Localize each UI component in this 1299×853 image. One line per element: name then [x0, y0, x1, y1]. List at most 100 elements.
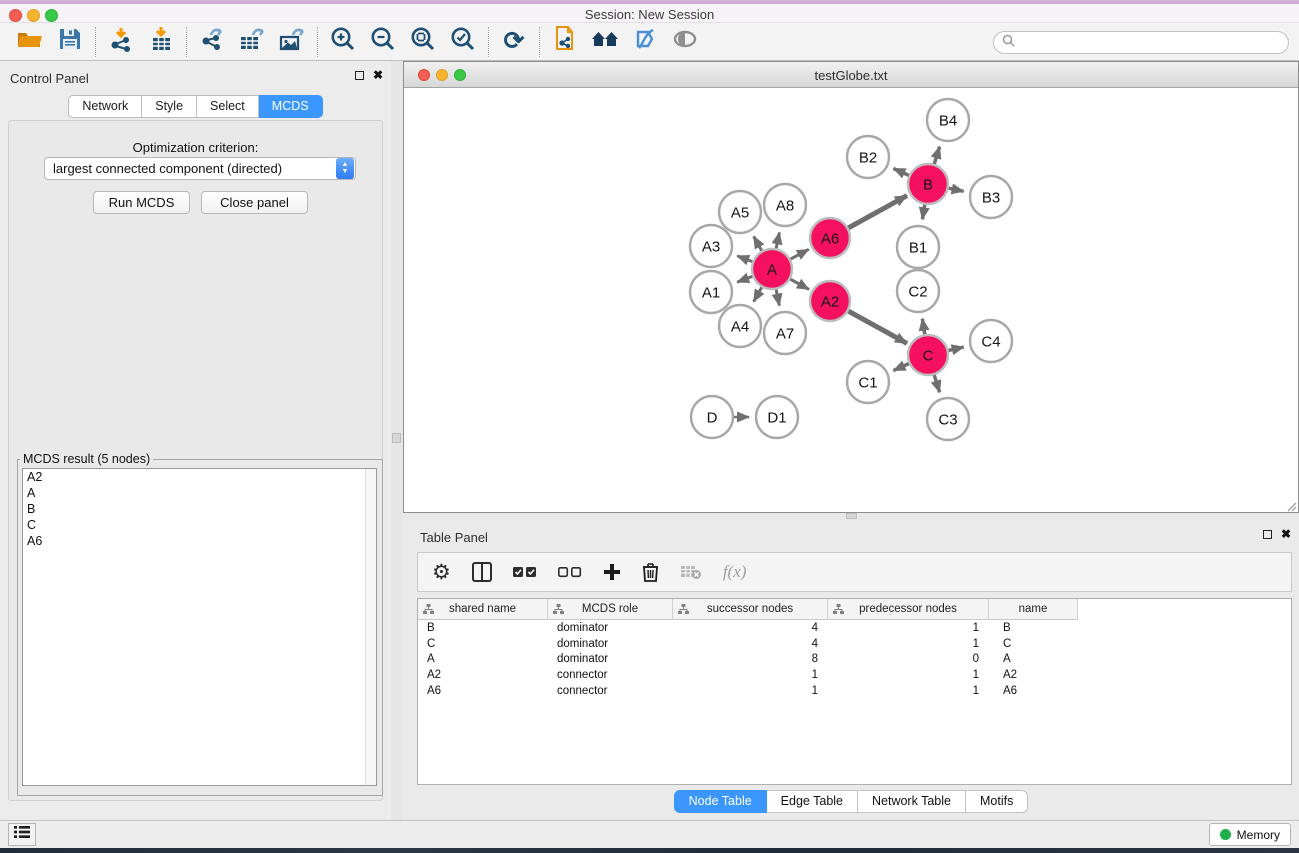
graph-node-C4[interactable]: C4: [970, 320, 1012, 362]
graph-node-D1[interactable]: D1: [756, 396, 798, 438]
search-input[interactable]: [1020, 36, 1270, 50]
vertical-splitter[interactable]: [391, 61, 403, 820]
tab-motifs[interactable]: Motifs: [966, 790, 1028, 813]
graph-node-B[interactable]: B: [908, 164, 948, 204]
delete-table-button[interactable]: [680, 564, 702, 580]
graph-node-D[interactable]: D: [691, 396, 733, 438]
task-history-button[interactable]: [8, 823, 36, 846]
mcds-result-item[interactable]: A6: [23, 533, 376, 549]
export-network-button[interactable]: [192, 25, 232, 59]
home-button[interactable]: [585, 25, 625, 59]
zoom-fit-button[interactable]: [403, 25, 443, 59]
horizontal-splitter[interactable]: [403, 513, 1299, 520]
zoom-out-button[interactable]: [363, 25, 403, 59]
zoom-in-button[interactable]: [323, 25, 363, 59]
column-header-shared-name[interactable]: shared name: [418, 599, 548, 620]
network-canvas[interactable]: A A1 A2 A3 A4 A5 A6 A7 A8 B B1 B2 B3B4 C C1 C2 C3C4 D D1: [404, 88, 1298, 512]
graph-node-C[interactable]: C: [908, 335, 948, 375]
mcds-result-item[interactable]: A2: [23, 469, 376, 485]
graph-node-A8[interactable]: A8: [764, 184, 806, 226]
run-mcds-button[interactable]: Run MCDS: [93, 191, 190, 214]
deselect-all-button[interactable]: [558, 566, 582, 578]
float-panel-icon[interactable]: [355, 71, 364, 80]
add-column-button[interactable]: [603, 563, 621, 581]
copy-network-button[interactable]: [545, 25, 585, 59]
graph-node-C3[interactable]: C3: [927, 398, 969, 440]
splitter-handle[interactable]: [392, 433, 401, 443]
control-panel: Control Panel ✖ NetworkStyleSelectMCDS O…: [0, 61, 391, 820]
criterion-dropdown[interactable]: largest connected component (directed) ▲…: [44, 157, 356, 180]
node-label: A3: [702, 238, 720, 255]
search-field[interactable]: [993, 31, 1289, 54]
select-all-button[interactable]: [513, 566, 537, 578]
column-visibility-button[interactable]: [472, 561, 492, 583]
splitter-handle[interactable]: [846, 513, 857, 519]
table-row[interactable]: A6connector11A6: [418, 683, 1291, 699]
resize-grip-icon[interactable]: [1285, 499, 1297, 511]
column-sort-icon: [423, 604, 434, 618]
list-icon: [14, 825, 30, 844]
column-header-mcds-role[interactable]: MCDS role: [548, 599, 673, 620]
float-panel-icon[interactable]: [1263, 530, 1272, 539]
tab-select[interactable]: Select: [197, 95, 259, 118]
tab-edge-table[interactable]: Edge Table: [767, 790, 858, 813]
export-image-icon: [277, 25, 307, 58]
tab-network-table[interactable]: Network Table: [858, 790, 966, 813]
cell-shared-name: C: [418, 638, 548, 650]
import-table-button[interactable]: [141, 25, 181, 59]
mcds-result-title: MCDS result (5 nodes): [20, 452, 153, 466]
graph-node-C2[interactable]: C2: [897, 270, 939, 312]
open-session-button[interactable]: [10, 25, 50, 59]
save-session-button[interactable]: [50, 25, 90, 59]
node-label: B1: [909, 239, 927, 256]
graph-node-A4[interactable]: A4: [719, 305, 761, 347]
memory-button[interactable]: Memory: [1209, 823, 1291, 846]
import-network-button[interactable]: [101, 25, 141, 59]
cell-predecessor-nodes: 0: [828, 653, 989, 665]
column-header-name[interactable]: name: [989, 599, 1078, 620]
graph-node-A7[interactable]: A7: [764, 312, 806, 354]
export-image-button[interactable]: [272, 25, 312, 59]
table-row[interactable]: Bdominator41B: [418, 620, 1291, 636]
close-panel-icon[interactable]: ✖: [373, 71, 383, 80]
graph-node-A5[interactable]: A5: [719, 191, 761, 233]
graph-node-A1[interactable]: A1: [690, 271, 732, 313]
app-titlebar: Session: New Session: [0, 4, 1299, 23]
export-table-button[interactable]: [232, 25, 272, 59]
network-window-titlebar[interactable]: testGlobe.txt: [404, 62, 1298, 88]
graph-node-B4[interactable]: B4: [927, 99, 969, 141]
close-panel-button[interactable]: Close panel: [201, 191, 308, 214]
tab-network[interactable]: Network: [68, 95, 142, 118]
table-row[interactable]: A2connector11A2: [418, 667, 1291, 683]
toolbar-separator: [95, 27, 96, 57]
mcds-result-item[interactable]: A: [23, 485, 376, 501]
graph-node-A6[interactable]: A6: [810, 218, 850, 258]
graph-node-A3[interactable]: A3: [690, 225, 732, 267]
hide-labels-button[interactable]: [625, 25, 665, 59]
refresh-button[interactable]: ⟳: [494, 25, 534, 59]
mcds-result-item[interactable]: B: [23, 501, 376, 517]
graph-node-A2[interactable]: A2: [810, 281, 850, 321]
graph-node-C1[interactable]: C1: [847, 361, 889, 403]
toggle-visibility-button[interactable]: [665, 25, 705, 59]
table-settings-button[interactable]: ⚙: [432, 562, 451, 583]
close-panel-icon[interactable]: ✖: [1281, 530, 1291, 539]
function-builder-button[interactable]: f(x): [723, 562, 747, 582]
graph-node-B2[interactable]: B2: [847, 136, 889, 178]
delete-column-button[interactable]: [642, 562, 659, 582]
zoom-selected-button[interactable]: [443, 25, 483, 59]
tab-node-table[interactable]: Node Table: [674, 790, 767, 813]
tab-style[interactable]: Style: [142, 95, 197, 118]
column-header-predecessor-nodes[interactable]: predecessor nodes: [828, 599, 989, 620]
tab-mcds[interactable]: MCDS: [259, 95, 323, 118]
scrollbar-track[interactable]: [365, 469, 376, 785]
mcds-result-item[interactable]: C: [23, 517, 376, 533]
graph-node-B3[interactable]: B3: [970, 176, 1012, 218]
table-row[interactable]: Adominator80A: [418, 651, 1291, 667]
cell-shared-name: B: [418, 622, 548, 634]
graph-node-B1[interactable]: B1: [897, 226, 939, 268]
column-header-successor-nodes[interactable]: successor nodes: [673, 599, 828, 620]
mcds-result-list[interactable]: A2ABCA6: [22, 468, 377, 786]
graph-node-A[interactable]: A: [752, 249, 792, 289]
table-row[interactable]: Cdominator41C: [418, 636, 1291, 652]
